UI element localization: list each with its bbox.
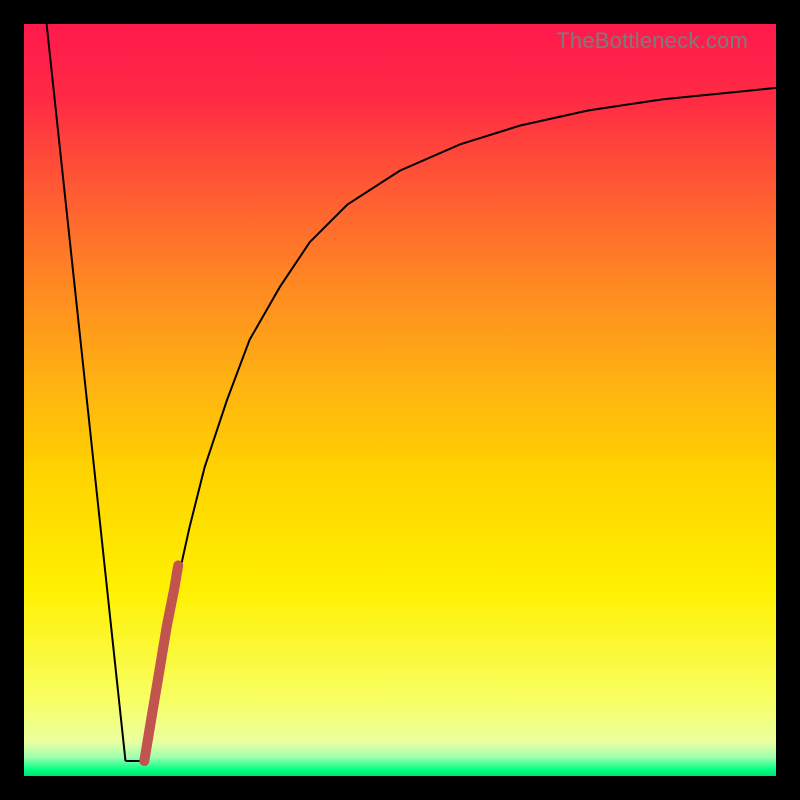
plot-area: TheBottleneck.com <box>24 24 776 776</box>
series-left-descent <box>47 24 126 761</box>
series-highlight-segment <box>144 565 178 761</box>
marker-group <box>144 565 178 761</box>
chart-frame: TheBottleneck.com <box>0 0 800 800</box>
series-right-growth <box>144 88 776 761</box>
bottleneck-curve-plot <box>24 24 776 776</box>
curve-group <box>47 24 776 761</box>
